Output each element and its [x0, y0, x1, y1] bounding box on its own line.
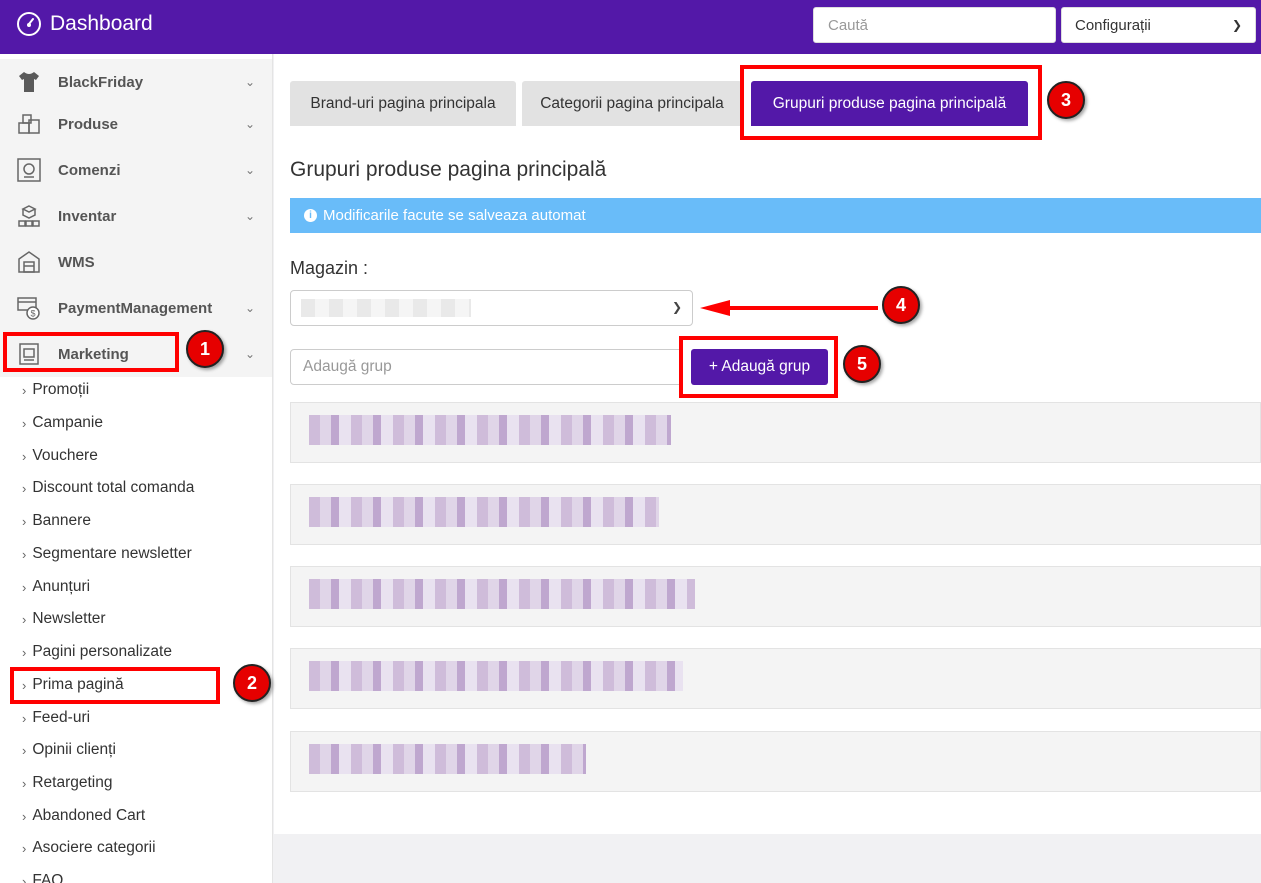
annotation-badge-3: 3: [1047, 81, 1085, 119]
submenu-item-promotii[interactable]: › Promoții: [22, 381, 89, 399]
blurred-store-value: [301, 299, 471, 317]
payment-icon: $: [16, 295, 42, 321]
chevron-right-icon: ›: [22, 448, 27, 464]
store-label: Magazin :: [290, 258, 369, 278]
warehouse-icon: [16, 249, 42, 275]
chevron-down-icon: ⌄: [245, 209, 256, 223]
submenu-item-pagini-personalizate[interactable]: › Pagini personalizate: [22, 643, 172, 661]
chevron-down-icon: ❯: [671, 300, 682, 314]
highlight-tab-groups: [740, 65, 1042, 140]
config-select[interactable]: Configurații ❯: [1061, 7, 1256, 43]
boxes-icon: [16, 111, 42, 137]
sidebar-item-label: WMS: [58, 253, 95, 271]
chevron-right-icon: ›: [22, 611, 27, 627]
blurred-group-name: [309, 415, 671, 445]
submenu-item-discount-total[interactable]: › Discount total comanda: [22, 479, 194, 497]
submenu-item-faq[interactable]: › FAQ: [22, 872, 63, 883]
chevron-down-icon: ⌄: [245, 301, 256, 315]
group-row[interactable]: [290, 731, 1261, 792]
sidebar-item-inventar[interactable]: Inventar ⌄: [0, 193, 272, 239]
sidebar-item-label: BlackFriday: [58, 73, 144, 91]
submenu-item-newsletter[interactable]: › Newsletter: [22, 610, 106, 628]
submenu-item-segmentare-newsletter[interactable]: › Segmentare newsletter: [22, 545, 192, 563]
chevron-right-icon: ›: [22, 546, 27, 562]
sidebar-item-label: Comenzi: [58, 161, 121, 179]
sidebar-item-paymentmanagement[interactable]: $ PaymentManagement ⌄: [0, 285, 272, 331]
highlight-add-group: [679, 336, 838, 398]
chevron-down-icon: ⌄: [245, 117, 256, 131]
chevron-right-icon: ›: [22, 808, 27, 824]
chevron-down-icon: ⌄: [245, 75, 256, 89]
sidebar-item-label: PaymentManagement: [58, 299, 213, 317]
group-row[interactable]: [290, 648, 1261, 709]
chevron-right-icon: ›: [22, 415, 27, 431]
page-title: Grupuri produse pagina principală: [290, 158, 607, 181]
top-bar: Dashboard Configurații ❯: [0, 0, 1261, 54]
annotation-badge-2: 2: [233, 664, 271, 702]
inventory-icon: [16, 203, 42, 229]
sidebar-item-label: Produse: [58, 115, 119, 133]
blurred-group-name: [309, 497, 659, 527]
chevron-right-icon: ›: [22, 579, 27, 595]
sidebar: BlackFriday ⌄ Produse ⌄ Comenzi ⌄ Invent…: [0, 54, 273, 883]
chevron-down-icon: ⌄: [245, 347, 256, 361]
submenu-item-anunturi[interactable]: › Anunțuri: [22, 578, 90, 596]
blurred-group-name: [309, 661, 683, 691]
tab-categories[interactable]: Categorii pagina principala: [522, 81, 742, 126]
group-row[interactable]: [290, 566, 1261, 627]
annotation-arrow: [700, 300, 878, 316]
chevron-right-icon: ›: [22, 513, 27, 529]
chevron-down-icon: ❯: [1231, 18, 1242, 32]
blurred-group-name: [309, 744, 586, 774]
sidebar-item-label: Inventar: [58, 207, 117, 225]
submenu-item-opinii-clienti[interactable]: › Opinii clienți: [22, 741, 116, 759]
chevron-right-icon: ›: [22, 873, 27, 883]
chevron-right-icon: ›: [22, 710, 27, 726]
app-title: Dashboard: [50, 12, 153, 35]
annotation-badge-4: 4: [882, 286, 920, 324]
blurred-group-name: [309, 579, 695, 609]
group-row[interactable]: [290, 402, 1261, 463]
dashboard-gauge-icon: [17, 12, 41, 36]
submenu-item-vouchere[interactable]: › Vouchere: [22, 447, 98, 465]
tab-brands[interactable]: Brand-uri pagina principala: [290, 81, 516, 126]
search-input[interactable]: [813, 7, 1056, 43]
orders-icon: [16, 157, 42, 183]
submenu-item-retargeting[interactable]: › Retargeting: [22, 774, 112, 792]
sidebar-item-wms[interactable]: WMS: [0, 239, 272, 285]
config-select-label: Configurații: [1075, 16, 1151, 34]
brand[interactable]: Dashboard: [16, 11, 153, 37]
sidebar-item-comenzi[interactable]: Comenzi ⌄: [0, 147, 272, 193]
group-name-input[interactable]: [290, 349, 683, 385]
highlight-marketing: [3, 332, 179, 372]
submenu-item-feed-uri[interactable]: › Feed-uri: [22, 709, 90, 727]
tshirt-icon: [16, 69, 42, 95]
info-icon: i: [304, 209, 317, 222]
submenu-item-bannere[interactable]: › Bannere: [22, 512, 91, 530]
main-content: Brand-uri pagina principala Categorii pa…: [274, 54, 1261, 834]
chevron-down-icon: ⌄: [245, 163, 256, 177]
chevron-right-icon: ›: [22, 840, 27, 856]
chevron-right-icon: ›: [22, 775, 27, 791]
info-text: Modificarile facute se salveaza automat: [323, 207, 586, 224]
annotation-badge-1: 1: [186, 330, 224, 368]
store-select[interactable]: ❯: [290, 290, 693, 326]
group-row[interactable]: [290, 484, 1261, 545]
submenu-item-campanie[interactable]: › Campanie: [22, 414, 103, 432]
svg-text:$: $: [31, 309, 36, 319]
chevron-right-icon: ›: [22, 644, 27, 660]
annotation-badge-5: 5: [843, 345, 881, 383]
sidebar-item-blackfriday[interactable]: BlackFriday ⌄: [0, 59, 272, 105]
chevron-right-icon: ›: [22, 480, 27, 496]
submenu-item-asociere-categorii[interactable]: › Asociere categorii: [22, 839, 156, 857]
info-alert: i Modificarile facute se salveaza automa…: [290, 198, 1261, 233]
sidebar-item-produse[interactable]: Produse ⌄: [0, 101, 272, 147]
highlight-prima-pagina: [10, 667, 220, 704]
chevron-right-icon: ›: [22, 382, 27, 398]
submenu-item-abandoned-cart[interactable]: › Abandoned Cart: [22, 807, 145, 825]
chevron-right-icon: ›: [22, 742, 27, 758]
